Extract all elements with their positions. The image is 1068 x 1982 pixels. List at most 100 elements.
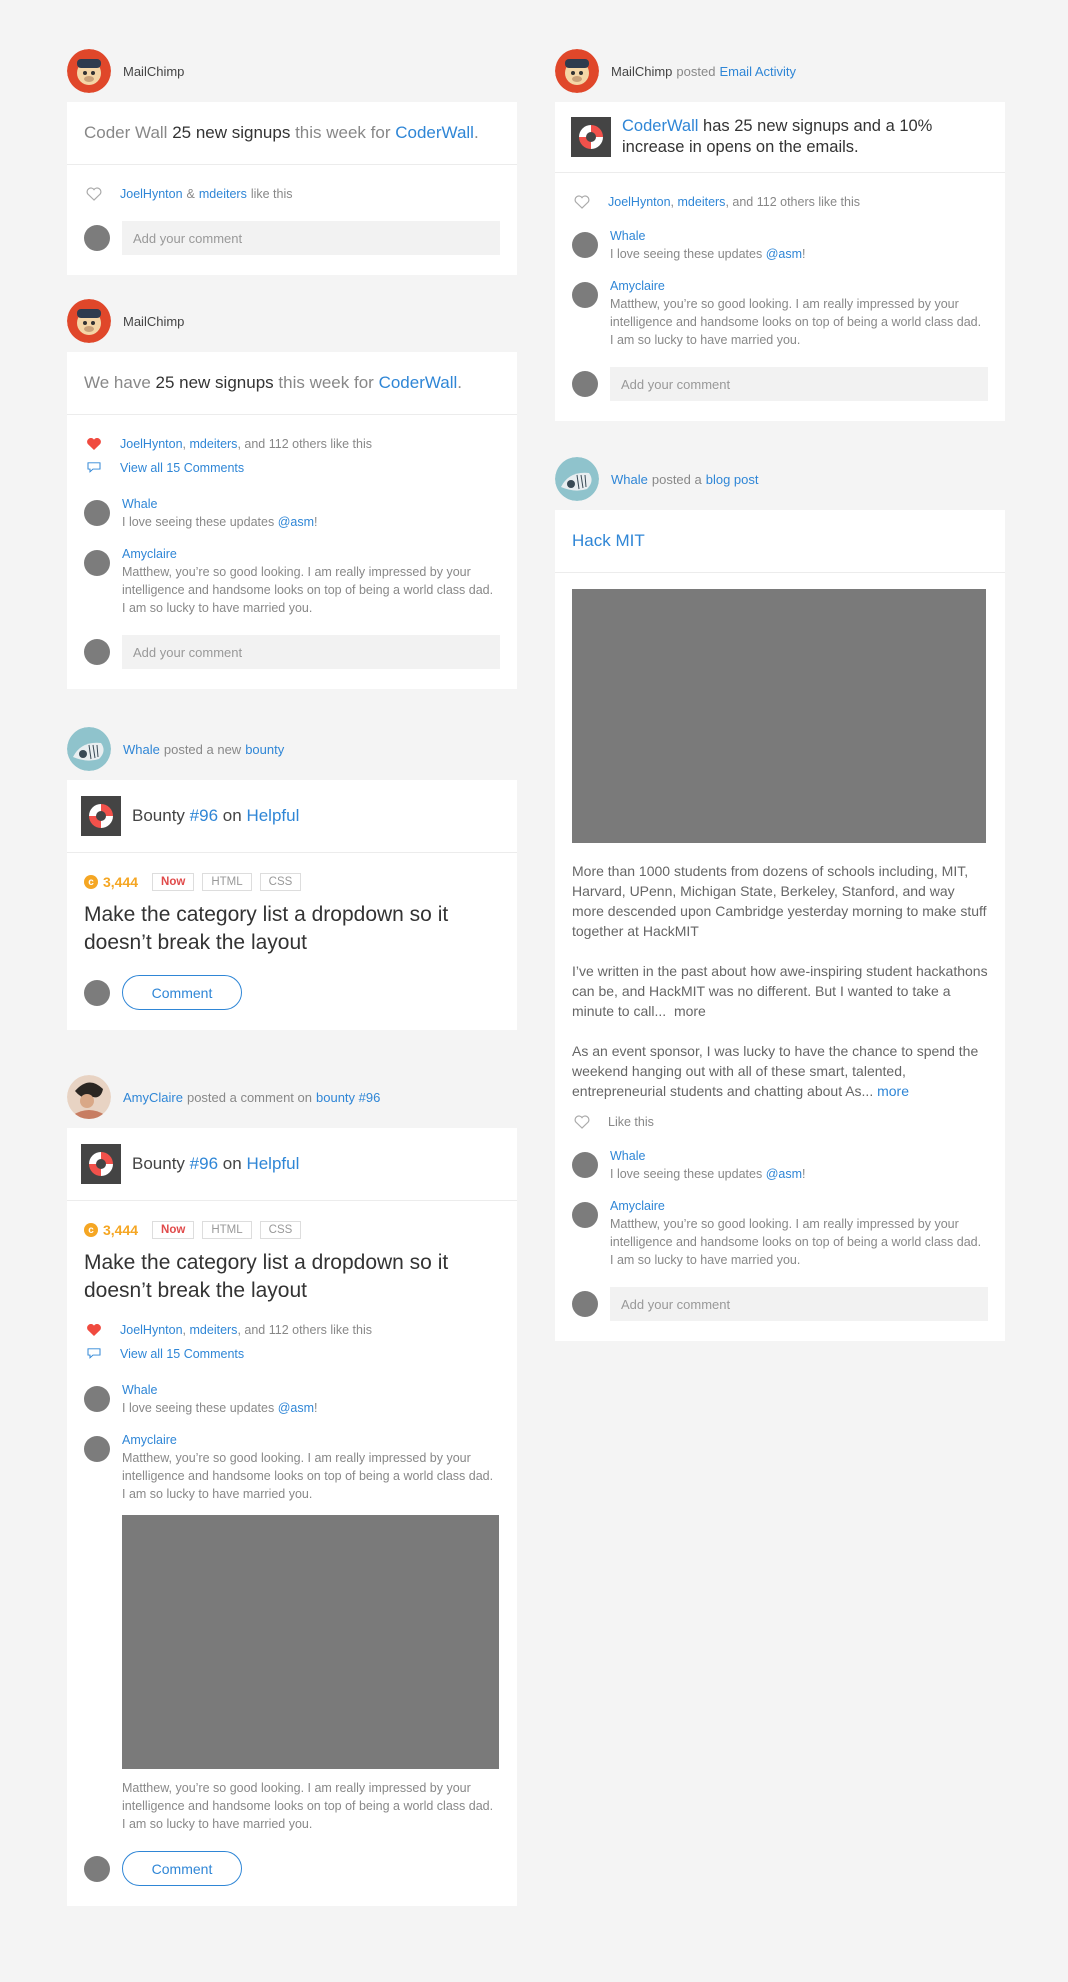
more-link[interactable]: more — [674, 1003, 706, 1019]
email-activity-link[interactable]: Email Activity — [719, 64, 796, 79]
coderwall-link[interactable]: CoderWall — [395, 123, 474, 142]
like-user-link[interactable]: mdeiters — [190, 1323, 238, 1337]
mailchimp-avatar[interactable] — [67, 299, 111, 343]
mention-link[interactable]: @asm — [278, 1401, 314, 1415]
comment-input[interactable]: Add your comment — [610, 1287, 988, 1321]
add-comment-row: Add your comment — [572, 367, 988, 401]
comment-input[interactable]: Add your comment — [610, 367, 988, 401]
comment-text: I love seeing these updates — [122, 515, 275, 529]
heart-filled-icon[interactable] — [84, 1323, 104, 1337]
comment-text: I love seeing these updates — [610, 247, 763, 261]
tag-badge[interactable]: HTML — [202, 873, 252, 891]
feed-item-2: MailChimp We have 25 new signups this we… — [67, 299, 517, 689]
helpful-link[interactable]: Helpful — [246, 1154, 299, 1174]
like-user-link[interactable]: JoelHynton — [120, 187, 183, 201]
mention-link[interactable]: @asm — [278, 515, 314, 529]
comment-text: I love seeing these updates — [122, 1401, 275, 1415]
comment-text: Matthew, you’re so good looking. I am re… — [610, 297, 982, 347]
likes-row: JoelHynton, mdeiters , and 112 others li… — [84, 1319, 500, 1341]
like-user-link[interactable]: JoelHynton — [608, 195, 671, 209]
avatar[interactable] — [84, 550, 110, 576]
comment-author[interactable]: Whale — [122, 495, 317, 513]
heart-filled-icon[interactable] — [84, 437, 104, 451]
like-user-link[interactable]: JoelHynton — [120, 437, 183, 451]
blog-title-link[interactable]: Hack MIT — [572, 531, 645, 550]
view-all-comments[interactable]: View all 15 Comments — [84, 1343, 500, 1365]
mailchimp-avatar[interactable] — [67, 49, 111, 93]
bounty-number-link[interactable]: #96 — [190, 1154, 218, 1174]
poster-name[interactable]: MailChimp — [123, 64, 184, 79]
likes-text: , and 112 others like this — [237, 1323, 373, 1337]
avatar[interactable] — [572, 1152, 598, 1178]
poster-name[interactable]: Whale — [611, 472, 648, 487]
tag-badge[interactable]: CSS — [259, 1221, 302, 1239]
avatar[interactable] — [572, 232, 598, 258]
like-this-label[interactable]: Like this — [608, 1115, 654, 1129]
add-comment-row: Add your comment — [84, 635, 500, 669]
likes-row: JoelHynton, mdeiters , and 112 others li… — [84, 433, 500, 455]
bounty-link[interactable]: bounty — [245, 742, 284, 757]
comment: Amyclaire Matthew, you’re so good lookin… — [572, 277, 988, 349]
like-user-link[interactable]: mdeiters — [678, 195, 726, 209]
comment-input[interactable]: Add your comment — [122, 635, 500, 669]
view-all-link[interactable]: View all 15 Comments — [120, 461, 244, 475]
avatar — [84, 1855, 110, 1882]
comment-image[interactable] — [122, 1515, 499, 1769]
poster-name[interactable]: Whale — [123, 742, 160, 757]
bounty-link[interactable]: bounty #96 — [316, 1090, 380, 1105]
comment-author[interactable]: Amyclaire — [610, 1197, 988, 1215]
tag-badge[interactable]: HTML — [202, 1221, 252, 1239]
helpful-link[interactable]: Helpful — [246, 806, 299, 826]
coderwall-link[interactable]: CoderWall — [379, 373, 458, 392]
view-all-comments[interactable]: View all 15 Comments — [84, 457, 500, 479]
comment-author[interactable]: Whale — [610, 227, 805, 245]
post-text: this week for — [295, 123, 391, 142]
comment-input[interactable]: Add your comment — [122, 221, 500, 255]
avatar[interactable] — [84, 1386, 110, 1412]
comment-author[interactable]: Whale — [610, 1147, 805, 1165]
poster-name[interactable]: MailChimp — [611, 64, 672, 79]
amyclaire-avatar[interactable] — [67, 1075, 111, 1119]
comment-button[interactable]: Comment — [122, 975, 242, 1010]
bounty-number-link[interactable]: #96 — [190, 806, 218, 826]
avatar[interactable] — [572, 1202, 598, 1228]
coderwall-link[interactable]: CoderWall — [622, 117, 698, 135]
bounty-label: Bounty — [132, 806, 185, 825]
view-all-link[interactable]: View all 15 Comments — [120, 1347, 244, 1361]
comment-text: Matthew, you’re so good looking. I am re… — [122, 565, 494, 615]
poster-action: posted a — [651, 471, 702, 487]
comment-button[interactable]: Comment — [122, 1851, 242, 1886]
blog-card: Hack MIT More than 1000 students from do… — [555, 510, 1005, 1341]
poster-name[interactable]: MailChimp — [123, 314, 184, 329]
comment-author[interactable]: Amyclaire — [122, 545, 500, 563]
lifebuoy-icon — [571, 117, 611, 157]
mention-link[interactable]: @asm — [766, 247, 802, 261]
comment-author[interactable]: Whale — [122, 1381, 317, 1399]
status-badge: Now — [152, 873, 195, 891]
post-text: . — [457, 373, 463, 392]
mailchimp-avatar[interactable] — [555, 49, 599, 93]
comment: Whale I love seeing these updates @asm! — [572, 227, 988, 263]
bounty-title[interactable]: Make the category list a dropdown so it … — [84, 901, 500, 957]
comment-author[interactable]: Amyclaire — [610, 277, 988, 295]
blog-post-link[interactable]: blog post — [706, 472, 759, 487]
whale-avatar[interactable] — [555, 457, 599, 501]
tag-badge[interactable]: CSS — [259, 873, 302, 891]
avatar[interactable] — [572, 282, 598, 308]
heart-outline-icon[interactable] — [84, 187, 104, 201]
comment-author[interactable]: Amyclaire — [122, 1431, 500, 1449]
like-user-link[interactable]: JoelHynton — [120, 1323, 183, 1337]
mention-link[interactable]: @asm — [766, 1167, 802, 1181]
poster-name[interactable]: AmyClaire — [123, 1090, 183, 1105]
like-user-link[interactable]: mdeiters — [190, 437, 238, 451]
bounty-title[interactable]: Make the category list a dropdown so it … — [84, 1249, 500, 1305]
heart-outline-icon[interactable] — [572, 1115, 592, 1129]
comment-text: I love seeing these updates — [610, 1167, 763, 1181]
more-link[interactable]: more — [877, 1083, 909, 1099]
blog-image[interactable] — [572, 589, 986, 843]
whale-avatar[interactable] — [67, 727, 111, 771]
avatar[interactable] — [84, 1436, 110, 1462]
avatar[interactable] — [84, 500, 110, 526]
like-user-link[interactable]: mdeiters — [199, 187, 247, 201]
heart-outline-icon[interactable] — [572, 195, 592, 209]
